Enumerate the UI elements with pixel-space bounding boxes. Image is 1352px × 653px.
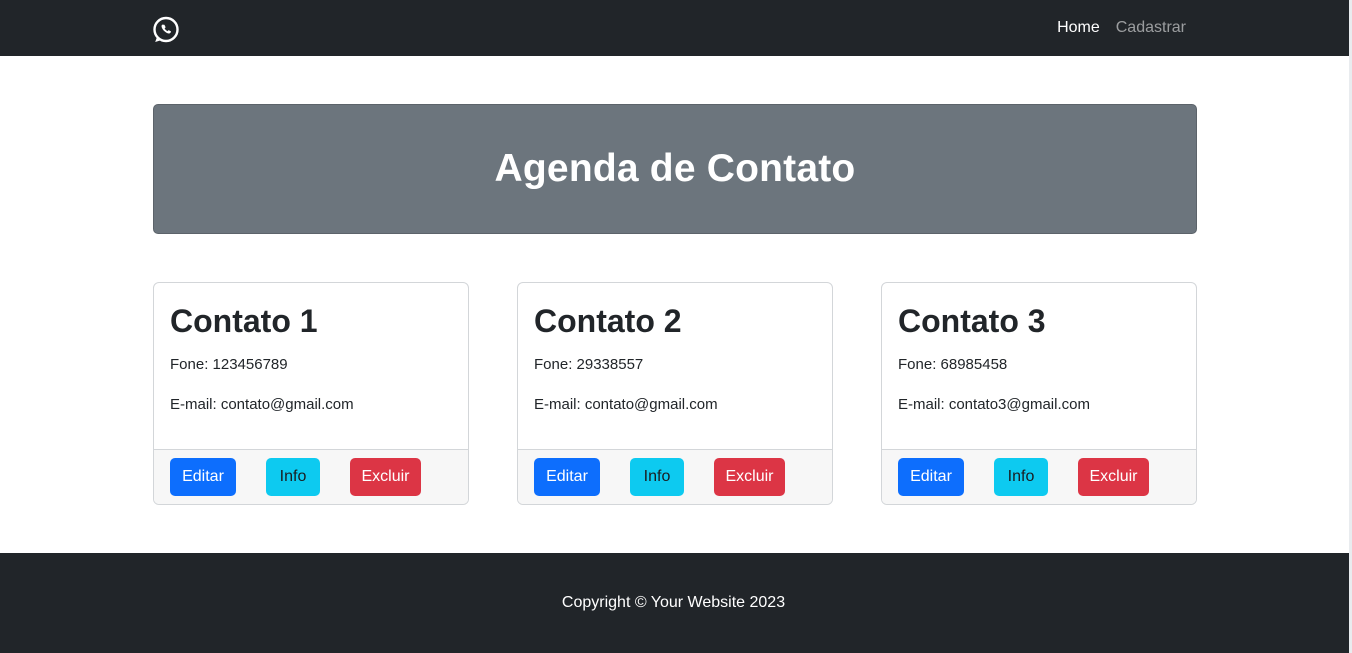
card-footer: Editar Info Excluir	[154, 449, 468, 504]
delete-button[interactable]: Excluir	[1078, 458, 1149, 496]
page-title: Agenda de Contato	[494, 147, 856, 190]
contact-phone: Fone: 29338557	[534, 356, 644, 373]
edit-button[interactable]: Editar	[898, 458, 964, 496]
delete-button[interactable]: Excluir	[350, 458, 421, 496]
navbar: Home Cadastrar	[0, 0, 1349, 56]
contact-email: E-mail: contato@gmail.com	[534, 396, 718, 413]
page: Home Cadastrar Agenda de Contato Contato…	[0, 0, 1352, 653]
contact-phone: Fone: 68985458	[898, 356, 1008, 373]
card-body: Contato 3 Fone: 68985458 E-mail: contato…	[882, 283, 1196, 450]
contact-name: Contato 3	[898, 303, 1046, 339]
info-button[interactable]: Info	[630, 458, 684, 496]
contact-email: E-mail: contato3@gmail.com	[898, 396, 1090, 413]
copyright-text: Copyright © Your Website 2023	[561, 594, 786, 611]
nav-links: Home Cadastrar	[1057, 18, 1186, 38]
card-body: Contato 2 Fone: 29338557 E-mail: contato…	[518, 283, 832, 450]
nav-link-home[interactable]: Home	[1057, 18, 1100, 38]
contact-card: Contato 3 Fone: 68985458 E-mail: contato…	[881, 282, 1197, 505]
contact-name: Contato 2	[534, 303, 682, 339]
contact-card: Contato 1 Fone: 123456789 E-mail: contat…	[153, 282, 469, 505]
edit-button[interactable]: Editar	[170, 458, 236, 496]
site-footer: Copyright © Your Website 2023	[0, 553, 1349, 653]
card-footer: Editar Info Excluir	[518, 449, 832, 504]
contact-email: E-mail: contato@gmail.com	[170, 396, 354, 413]
contact-card: Contato 2 Fone: 29338557 E-mail: contato…	[517, 282, 833, 505]
contact-name: Contato 1	[170, 303, 318, 339]
delete-button[interactable]: Excluir	[714, 458, 785, 496]
nav-link-cadastrar[interactable]: Cadastrar	[1116, 18, 1186, 38]
whatsapp-icon[interactable]	[152, 16, 180, 44]
hero-banner: Agenda de Contato	[153, 104, 1197, 234]
edit-button[interactable]: Editar	[534, 458, 600, 496]
info-button[interactable]: Info	[266, 458, 320, 496]
card-footer: Editar Info Excluir	[882, 449, 1196, 504]
info-button[interactable]: Info	[994, 458, 1048, 496]
contact-phone: Fone: 123456789	[170, 356, 288, 373]
card-body: Contato 1 Fone: 123456789 E-mail: contat…	[154, 283, 468, 450]
